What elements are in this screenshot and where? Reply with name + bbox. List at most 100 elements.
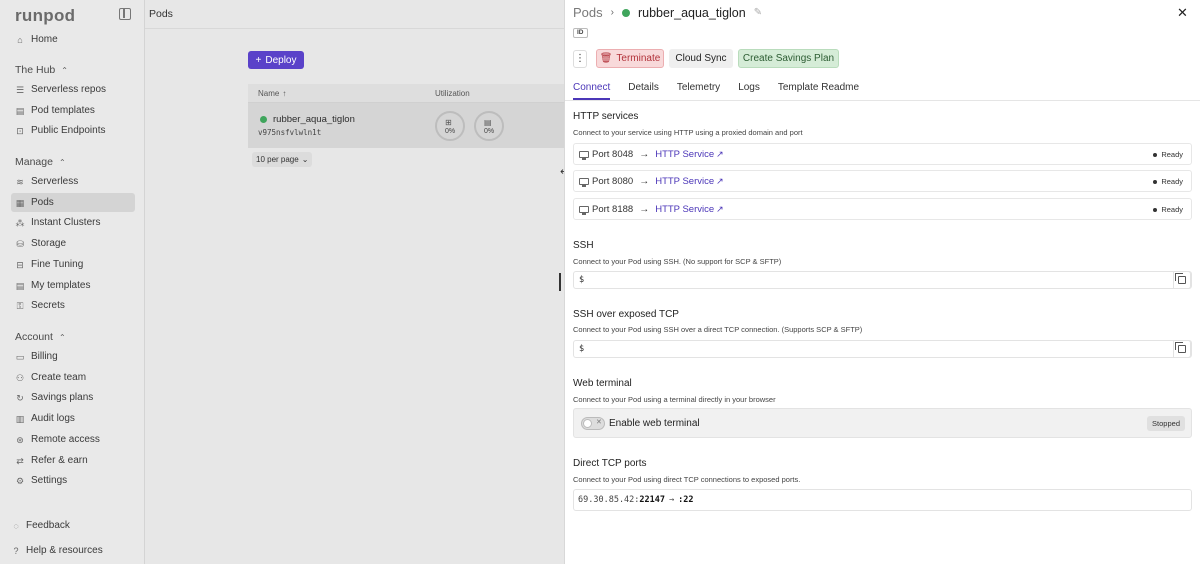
sidebar-item-pod-templates[interactable]: ▤ Pod templates — [11, 101, 135, 120]
cloud-sync-button[interactable]: Cloud Sync — [669, 49, 733, 68]
status-badge: Ready — [1153, 150, 1183, 159]
sidebar-item-billing[interactable]: ▭ Billing — [11, 347, 135, 366]
column-header-utilization: Utilization — [435, 84, 470, 103]
feedback-link[interactable]: ◌ Feedback — [11, 520, 70, 531]
web-terminal-toggle[interactable]: ✕ — [581, 417, 605, 430]
cluster-icon: ⁂ — [15, 217, 25, 228]
direct-tcp-field[interactable]: 69.30.85.42:22147 → :22 — [573, 489, 1192, 511]
sidebar-item-refer-earn[interactable]: ⇄ Refer & earn — [11, 451, 135, 470]
savings-icon: ↻ — [16, 392, 24, 403]
section-title: Manage — [15, 156, 53, 168]
tab-connect[interactable]: Connect — [573, 80, 611, 100]
divider — [565, 100, 1200, 101]
gauge-value: 0% — [483, 128, 495, 135]
section-the-hub[interactable]: The Hub ⌃ — [15, 64, 68, 76]
create-savings-plan-button[interactable]: Create Savings Plan — [738, 49, 839, 68]
tab-bar: Connect Details Telemetry Logs Template … — [573, 80, 859, 100]
sidebar-item-serverless-repos[interactable]: ☰ Serverless repos — [11, 80, 135, 99]
port-label: Port 8048 — [592, 148, 634, 160]
divider — [145, 28, 564, 29]
per-page-select[interactable]: 10 per page ⌄ — [252, 152, 313, 167]
table-row[interactable] — [248, 103, 564, 148]
deploy-button[interactable]: + Deploy — [248, 51, 304, 69]
status-label: Ready — [1161, 205, 1183, 214]
sidebar-item-public-endpoints[interactable]: ⊡ Public Endpoints — [11, 121, 135, 140]
more-options-icon[interactable]: ⋮ — [573, 50, 587, 68]
breadcrumb-pods[interactable]: Pods — [573, 5, 603, 20]
endpoint-icon: ⊡ — [16, 125, 24, 136]
sidebar-item-label: Secrets — [31, 300, 65, 311]
cpu-gauge: ⊞ 0% — [435, 111, 465, 141]
sidebar-item-serverless[interactable]: ≋ Serverless — [11, 172, 135, 191]
section-title: The Hub — [15, 64, 56, 76]
terminate-button[interactable]: 🗑︎ Terminate — [596, 49, 664, 68]
sidebar-item-remote-access[interactable]: ⊛ Remote access — [11, 430, 135, 449]
sidebar-item-create-team[interactable]: ⚇ Create team — [11, 368, 135, 387]
ssh-tcp-command-field[interactable]: $ — [573, 340, 1192, 358]
toggle-knob — [583, 419, 592, 428]
panel-resize-bar[interactable] — [559, 273, 561, 291]
chevron-right-icon: › — [610, 7, 614, 18]
deploy-label: Deploy — [265, 54, 297, 66]
section-title-ssh: SSH — [573, 240, 594, 251]
status-badge: Stopped — [1147, 416, 1185, 431]
http-service-link[interactable]: HTTP Service — [655, 204, 714, 215]
status-dot — [1153, 152, 1158, 157]
pencil-icon[interactable]: ✎ — [754, 7, 762, 18]
section-title-http: HTTP services — [573, 111, 639, 122]
http-service-link[interactable]: HTTP Service — [655, 149, 714, 160]
monitor-icon — [579, 150, 589, 160]
tab-logs[interactable]: Logs — [738, 80, 760, 100]
external-link-icon[interactable]: ↗ — [716, 176, 724, 187]
column-label: Utilization — [435, 89, 470, 98]
monitor-icon — [579, 205, 589, 215]
ssh-command-field[interactable]: $ — [573, 271, 1192, 289]
sidebar-item-settings[interactable]: ⚙ Settings — [11, 471, 135, 490]
section-account[interactable]: Account ⌃ — [15, 331, 66, 343]
lock-icon: ⚿ — [16, 300, 24, 311]
column-header-name[interactable]: Name ↑ — [258, 84, 286, 103]
copy-button[interactable] — [1173, 271, 1191, 289]
sidebar: runpod ⌂ Home The Hub ⌃ ☰ Serverless rep… — [0, 0, 145, 564]
external-link-icon[interactable]: ↗ — [716, 204, 724, 215]
external-link-icon[interactable]: ↗ — [716, 149, 724, 160]
copy-button[interactable] — [1173, 340, 1191, 358]
id-badge[interactable]: ID — [573, 28, 588, 38]
http-service-link[interactable]: HTTP Service — [655, 176, 714, 187]
sidebar-item-savings-plans[interactable]: ↻ Savings plans — [11, 388, 135, 407]
status-badge: Ready — [1153, 205, 1183, 214]
sidebar-item-secrets[interactable]: ⚿ Secrets — [11, 296, 135, 315]
sidebar-item-home[interactable]: ⌂ Home — [11, 30, 135, 49]
sidebar-item-fine-tuning[interactable]: ⊟ Fine Tuning — [11, 255, 135, 274]
runpod-logo[interactable]: runpod — [15, 6, 75, 26]
sidebar-item-instant-clusters[interactable]: ⁂ Instant Clusters — [11, 213, 135, 232]
close-icon[interactable]: ✕ — [1177, 5, 1188, 21]
feedback-label: Feedback — [26, 520, 70, 531]
sidebar-item-label: Settings — [31, 475, 68, 486]
sidebar-item-audit-logs[interactable]: ▥ Audit logs — [11, 409, 135, 428]
sidebar-item-my-templates[interactable]: ▤ My templates — [11, 276, 135, 295]
help-label: Help & resources — [26, 545, 103, 556]
billing-icon: ▭ — [15, 351, 25, 362]
tab-details[interactable]: Details — [628, 80, 659, 100]
section-manage[interactable]: Manage ⌃ — [15, 156, 66, 168]
prompt-symbol: $ — [579, 275, 585, 285]
column-label: Name — [258, 89, 280, 98]
sidebar-item-label: Pods — [31, 197, 54, 208]
per-page-label: 10 per page — [256, 155, 299, 164]
port-label: Port 8080 — [592, 175, 634, 187]
tab-template-readme[interactable]: Template Readme — [778, 80, 859, 100]
section-desc-web-terminal: Connect to your Pod using a terminal dir… — [573, 395, 776, 404]
status-label: Ready — [1161, 150, 1183, 159]
status-dot — [1153, 179, 1158, 184]
section-desc-http: Connect to your service using HTTP using… — [573, 128, 803, 137]
chevron-up-icon: ⌃ — [58, 332, 66, 342]
sidebar-collapse-icon[interactable] — [119, 8, 131, 20]
help-link[interactable]: ? Help & resources — [11, 545, 103, 556]
section-desc-ssh-tcp: Connect to your Pod using SSH over a dir… — [573, 325, 863, 334]
tab-telemetry[interactable]: Telemetry — [677, 80, 720, 100]
home-icon: ⌂ — [17, 34, 23, 45]
chevron-up-icon: ⌃ — [58, 157, 66, 167]
sidebar-item-storage[interactable]: ⛁ Storage — [11, 234, 135, 253]
sidebar-item-pods[interactable]: ▦ Pods — [11, 193, 135, 212]
